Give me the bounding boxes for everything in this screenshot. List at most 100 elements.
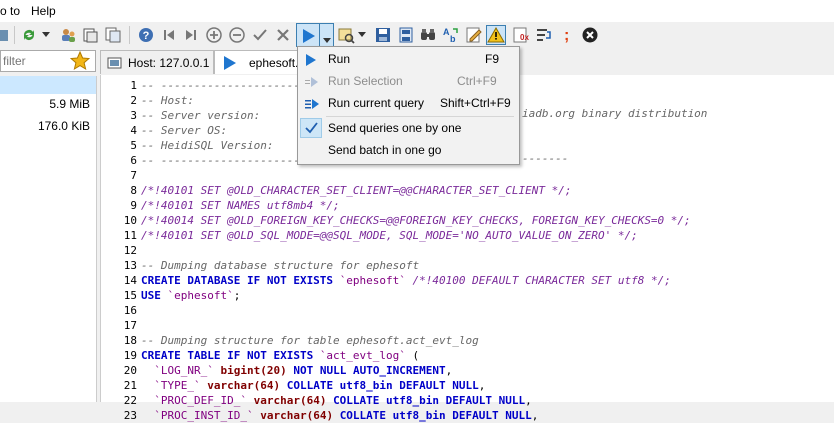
- wrap-text-icon[interactable]: [534, 25, 554, 45]
- insert-record-icon[interactable]: [204, 25, 224, 45]
- line-number: 9: [130, 199, 137, 212]
- line-number: 18: [123, 334, 137, 347]
- menu-item-label: Send queries one by one: [328, 121, 462, 135]
- menu-help[interactable]: Help: [31, 4, 56, 18]
- menu-item-run[interactable]: Run F9: [298, 48, 517, 70]
- query-binoculars-icon[interactable]: [418, 25, 438, 45]
- code-line[interactable]: 20 `LOG_NR_` bigint(20) NOT NULL AUTO_IN…: [101, 363, 834, 378]
- code-token: CREATE TABLE IF NOT EXISTS: [141, 349, 320, 362]
- explain-icon[interactable]: [336, 25, 356, 45]
- menu-item-run-current-query[interactable]: Run current query Shift+Ctrl+F9: [298, 92, 517, 114]
- first-record-icon[interactable]: [159, 25, 179, 45]
- tab-host[interactable]: Host: 127.0.0.1: [100, 50, 214, 74]
- code-line[interactable]: 11 /*!40101 SET @OLD_SQL_MODE=@@SQL_MODE,…: [101, 228, 834, 243]
- run-split-button[interactable]: [296, 23, 334, 47]
- run-dropdown-icon[interactable]: [323, 33, 331, 47]
- run-selection-icon: [304, 74, 320, 90]
- line-number: 4: [130, 124, 137, 137]
- code-line[interactable]: 21 `TYPE_` varchar(64) COLLATE utf8_bin …: [101, 378, 834, 393]
- cancel-changes-icon[interactable]: [273, 25, 293, 45]
- svg-text:b: b: [450, 34, 456, 44]
- code-token: -- Host:: [141, 94, 194, 107]
- run-current-query-icon: [304, 96, 320, 112]
- line-number: 14: [123, 274, 137, 287]
- menu-goto[interactable]: o to: [0, 4, 20, 18]
- code-line[interactable]: 9 /*!40101 SET NAMES utf8mb4 */;: [101, 198, 834, 213]
- database-tree[interactable]: 5.9 MiB 176.0 KiB: [0, 76, 97, 402]
- toolbar-separator: [14, 26, 15, 44]
- code-line[interactable]: 23 `PROC_INST_ID_` varchar(64) COLLATE u…: [101, 408, 834, 423]
- line-text: CREATE DATABASE IF NOT EXISTS `ephesoft`…: [141, 273, 671, 288]
- code-line[interactable]: 19 CREATE TABLE IF NOT EXISTS `act_evt_lo…: [101, 348, 834, 363]
- line-number: 23: [123, 409, 137, 422]
- post-changes-icon[interactable]: [250, 25, 270, 45]
- code-line[interactable]: 15 USE `ephesoft`;: [101, 288, 834, 303]
- tree-item[interactable]: 5.9 MiB: [0, 95, 96, 113]
- code-line[interactable]: 17: [101, 318, 834, 333]
- code-token: ,: [531, 409, 539, 422]
- help-icon[interactable]: ?: [136, 25, 156, 45]
- code-line[interactable]: 13 -- Dumping database structure for ephe…: [101, 258, 834, 273]
- tree-item-selected[interactable]: [0, 76, 96, 94]
- line-text: `PROC_DEF_ID_` varchar(64) COLLATE utf8_…: [141, 393, 532, 408]
- tree-item[interactable]: 176.0 KiB: [0, 117, 96, 135]
- delete-record-icon[interactable]: [227, 25, 247, 45]
- clear-errors-icon[interactable]: 0x: [511, 25, 531, 45]
- replace-text-icon[interactable]: Ab: [441, 25, 461, 45]
- line-text: `LOG_NR_` bigint(20) NOT NULL AUTO_INCRE…: [141, 363, 452, 378]
- code-line[interactable]: 22 `PROC_DEF_ID_` varchar(64) COLLATE ut…: [101, 393, 834, 408]
- favorites-star-icon[interactable]: [69, 50, 92, 71]
- line-number: 21: [123, 379, 137, 392]
- code-token: /*!40101 SET @OLD_CHARACTER_SET_CLIENT=@…: [141, 184, 572, 197]
- code-line[interactable]: 18 -- Dumping structure for table ephesof…: [101, 333, 834, 348]
- line-number: 13: [123, 259, 137, 272]
- line-text: /*!40101 SET @OLD_SQL_MODE=@@SQL_MODE, S…: [141, 228, 638, 243]
- save-icon[interactable]: [373, 25, 393, 45]
- menu-item-label: Run current query: [328, 96, 425, 110]
- code-line[interactable]: 14 CREATE DATABASE IF NOT EXISTS `ephesof…: [101, 273, 834, 288]
- code-token: `LOG_NR_`: [141, 364, 214, 377]
- menu-item-send-one-by-one[interactable]: Send queries one by one: [298, 117, 517, 139]
- connect-icon[interactable]: [0, 25, 12, 45]
- code-line[interactable]: 8 /*!40101 SET @OLD_CHARACTER_SET_CLIENT=…: [101, 183, 834, 198]
- code-line[interactable]: 7: [101, 168, 834, 183]
- explain-dropdown-icon[interactable]: [356, 25, 368, 45]
- code-token: varchar(64): [246, 394, 334, 407]
- code-token: COLLATE utf8_bin DEFAULT NULL: [339, 409, 532, 422]
- stop-on-errors-icon[interactable]: [486, 25, 506, 45]
- line-number: 8: [130, 184, 137, 197]
- toolbar-separator: [129, 26, 130, 44]
- menu-item-send-batch[interactable]: Send batch in one go: [298, 139, 517, 161]
- line-text: /*!40014 SET @OLD_FOREIGN_KEY_CHECKS=@@F…: [141, 213, 691, 228]
- refresh-dropdown-icon[interactable]: [40, 25, 52, 45]
- svg-text:?: ?: [143, 30, 150, 42]
- line-number: 20: [123, 364, 137, 377]
- reformat-sql-icon[interactable]: [464, 25, 484, 45]
- code-token: /*!40101 SET @OLD_SQL_MODE=@@SQL_MODE, S…: [141, 229, 638, 242]
- checked-indicator: [300, 118, 322, 138]
- menu-item-shortcut: F9: [485, 52, 500, 66]
- code-token: ,: [525, 394, 532, 407]
- menubar: o to Help: [0, 0, 834, 22]
- copy-table-icon[interactable]: [103, 25, 123, 45]
- save-as-snippet-icon[interactable]: [396, 25, 416, 45]
- code-token: COLLATE utf8_bin DEFAULT NULL: [286, 379, 479, 392]
- last-record-icon[interactable]: [181, 25, 201, 45]
- line-number: 3: [130, 109, 137, 122]
- line-number: 2: [130, 94, 137, 107]
- checkmark-icon: [305, 122, 318, 134]
- refresh-icon[interactable]: [19, 25, 39, 45]
- cancel-query-icon[interactable]: [580, 25, 600, 45]
- code-line[interactable]: 12: [101, 243, 834, 258]
- line-number: 12: [123, 244, 137, 257]
- user-manager-icon[interactable]: [58, 25, 78, 45]
- maintenance-icon[interactable]: [80, 25, 100, 45]
- code-line[interactable]: 10 /*!40014 SET @OLD_FOREIGN_KEY_CHECKS=@…: [101, 213, 834, 228]
- run-icon[interactable]: [302, 28, 316, 47]
- code-token: -- Server version:: [141, 109, 261, 122]
- query-tab-play-icon: [223, 55, 237, 71]
- code-line[interactable]: 16: [101, 303, 834, 318]
- semicolon-delimiter-icon[interactable]: ;: [558, 25, 578, 45]
- menu-item-run-selection[interactable]: Run Selection Ctrl+F9: [298, 70, 517, 92]
- code-token: ,: [478, 379, 486, 392]
